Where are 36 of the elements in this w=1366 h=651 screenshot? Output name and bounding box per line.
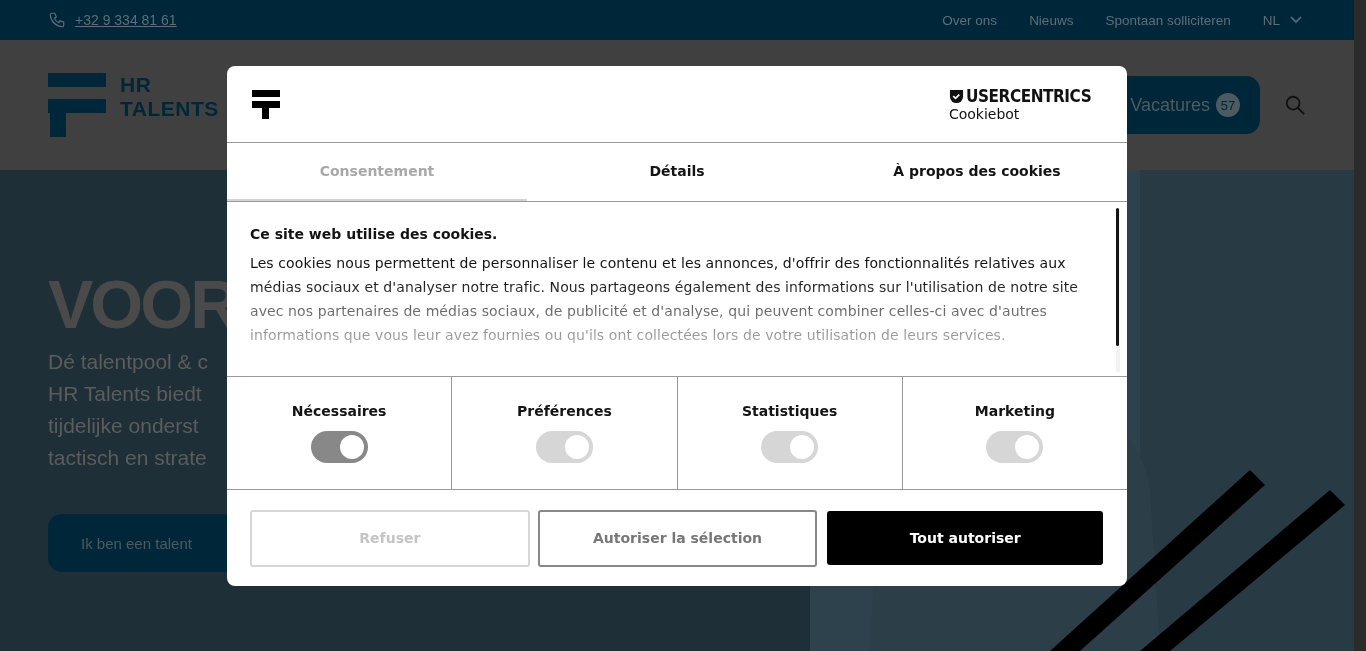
toggle-switch[interactable] — [986, 431, 1044, 463]
nav-link[interactable]: Spontaan solliciteren — [1105, 12, 1231, 28]
toggle-switch[interactable] — [535, 431, 593, 463]
logo-mark-icon — [48, 73, 108, 137]
category-label: Préférences — [517, 403, 612, 419]
category-label: Marketing — [974, 403, 1055, 419]
consent-button[interactable]: Autoriser la sélection — [537, 509, 818, 567]
category-label: Statistiques — [741, 403, 838, 419]
brand-product: Cookiebot — [948, 106, 1021, 122]
hero-text: tijdelijke onderst — [48, 413, 200, 439]
logo-text: TALENTS — [120, 97, 219, 121]
dialog-text: Les cookies nous permettent de personnaliser le contenu et les annonces, d'offrir des fonctionnalités relatives aux médias sociaux et d'analyser notre trafic. Nous partageons également des informations sur l'utilisation de notre site avec nos partenaires de médias sociaux, de publicité et d'analyse, qui peuvent combiner celles-ci avec d'autres informations que vous leur avez fournies ou qu'ils ont collectées lors de votre utilisation de leurs services. — [250, 254, 1079, 345]
count-badge: 57 — [1216, 93, 1240, 117]
scrollbar[interactable] — [1116, 208, 1120, 372]
category-label: Nécessaires — [291, 403, 387, 419]
hero-text: tactisch en strate — [48, 445, 208, 471]
nav-link[interactable]: Nieuws — [1029, 12, 1074, 28]
allow-all-button[interactable]: Tout autoriser — [827, 511, 1103, 565]
logo-mark-icon — [251, 88, 281, 120]
toggle-switch[interactable] — [761, 431, 819, 463]
scrollbar[interactable] — [1354, 0, 1366, 651]
tab[interactable]: Détails — [527, 143, 827, 201]
chevron-down-icon — [1290, 16, 1302, 24]
shield-icon — [948, 88, 964, 104]
phone-icon — [48, 11, 66, 29]
phone-link[interactable]: +32 9 334 81 61 — [75, 12, 177, 28]
tab[interactable]: À propos des cookies — [827, 143, 1127, 201]
hero-text: Dé talentpool & c — [48, 349, 209, 375]
consent-button[interactable]: Refuser — [250, 509, 530, 567]
nav-link[interactable]: Over ons — [942, 12, 998, 28]
search-icon[interactable] — [1284, 94, 1306, 116]
tab[interactable]: Consentement — [227, 143, 527, 201]
dialog-title: Ce site web utilise des cookies. — [250, 226, 499, 242]
logo-text: HR — [120, 73, 153, 97]
hero-text: HR Talents biedt — [48, 381, 203, 407]
language-selector[interactable]: NL — [1262, 12, 1302, 28]
